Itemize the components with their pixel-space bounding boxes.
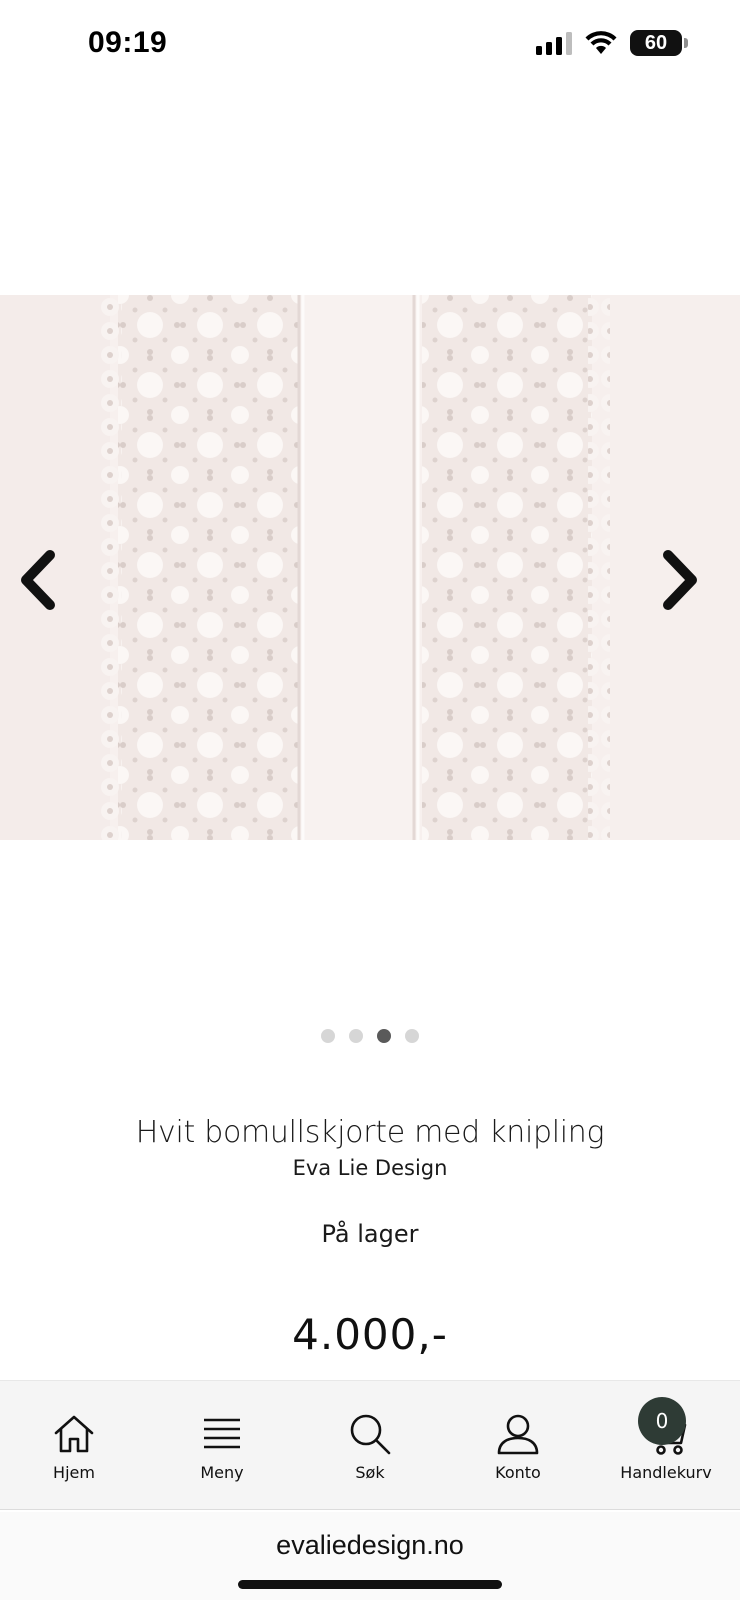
nav-item-home[interactable]: Hjem <box>0 1381 148 1509</box>
lace-shirt-image <box>0 295 740 840</box>
search-icon <box>350 1414 391 1455</box>
nav-item-search[interactable]: Søk <box>296 1381 444 1509</box>
nav-label-menu: Meny <box>200 1463 244 1482</box>
carousel-dots <box>0 1029 740 1043</box>
previous-image-button[interactable] <box>16 545 64 615</box>
nav-label-search: Søk <box>355 1463 385 1482</box>
home-icon <box>54 1415 94 1453</box>
chevron-left-icon <box>21 550 55 610</box>
user-icon <box>497 1414 539 1455</box>
nav-item-menu[interactable]: Meny <box>148 1381 296 1509</box>
carousel-dot-3[interactable] <box>377 1029 391 1043</box>
status-icons: 60 <box>536 30 688 56</box>
cart-count-badge: 0 <box>638 1397 686 1445</box>
product-image-gallery[interactable] <box>0 295 740 840</box>
battery-icon: 60 <box>630 30 688 56</box>
nav-item-cart[interactable]: Handlekurv 0 <box>592 1381 740 1509</box>
next-image-button[interactable] <box>654 545 702 615</box>
product-price: 4.000,- <box>292 1310 448 1359</box>
chevron-right-icon <box>663 550 697 610</box>
menu-icon <box>204 1418 240 1449</box>
browser-address-bar[interactable]: evaliedesign.no <box>0 1512 740 1600</box>
carousel-dot-1[interactable] <box>321 1029 335 1043</box>
url-text[interactable]: evaliedesign.no <box>0 1530 740 1561</box>
carousel-dot-2[interactable] <box>349 1029 363 1043</box>
nav-item-account[interactable]: Konto <box>444 1381 592 1509</box>
product-brand[interactable]: Eva Lie Design <box>0 1156 740 1180</box>
battery-level: 60 <box>644 31 668 54</box>
stock-status: På lager <box>321 1220 419 1248</box>
signal-icon <box>536 31 572 55</box>
bottom-navigation: Hjem Meny Søk Konto Handlekurv 0 <box>0 1380 740 1510</box>
nav-label-home: Hjem <box>53 1463 95 1482</box>
carousel-dot-4[interactable] <box>405 1029 419 1043</box>
status-time: 09:19 <box>88 26 168 59</box>
home-indicator[interactable] <box>238 1580 502 1589</box>
wifi-icon <box>585 31 617 54</box>
nav-label-account: Konto <box>495 1463 541 1482</box>
nav-label-cart: Handlekurv <box>620 1463 712 1482</box>
product-title: Hvit bomullskjorte med knipling <box>135 1115 605 1150</box>
status-bar: 09:19 60 <box>0 0 740 90</box>
